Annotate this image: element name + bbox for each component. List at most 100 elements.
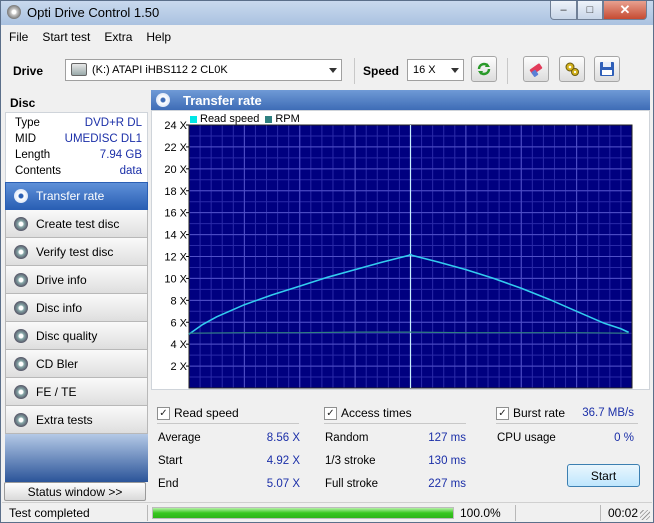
speed-select[interactable]: 16 X: [407, 59, 464, 81]
y-tick-label: 14 X: [164, 230, 187, 242]
y-tick-label: 18 X: [164, 186, 187, 198]
drive-label: Drive: [13, 64, 44, 78]
statusbar-divider: [147, 505, 148, 521]
y-tick-label: 2 X: [170, 361, 187, 373]
drive-select-value: (K:) ATAPI iHBS112 2 CL0K: [92, 64, 228, 76]
nav-create-test-disc[interactable]: Create test disc: [5, 210, 148, 238]
statusbar-divider: [515, 505, 516, 521]
main-panel: Transfer rate Read speed RPM 2 X4 X6 X8 …: [151, 90, 650, 501]
divider: [324, 423, 466, 424]
test-nav: Transfer rate Create test disc Verify te…: [5, 182, 148, 434]
nav-fe-te[interactable]: FE / TE: [5, 378, 148, 406]
access-times-checkbox[interactable]: ✓ Access times: [324, 406, 412, 420]
toolbar-separator: [354, 58, 355, 84]
save-button[interactable]: [594, 56, 620, 82]
status-text: Test completed: [9, 506, 90, 520]
disc-length-label: Length: [15, 149, 51, 161]
nav-label: Extra tests: [36, 412, 93, 427]
random-value: 127 ms: [428, 432, 466, 444]
erase-button[interactable]: [523, 56, 549, 82]
checkmark-icon: ✓: [324, 406, 337, 420]
end-speed-label: End: [158, 478, 179, 490]
nav-label: Transfer rate: [36, 189, 105, 203]
nav-label: Disc info: [36, 300, 83, 315]
minimize-button[interactable]: –: [550, 1, 577, 20]
disc-icon: [14, 216, 28, 231]
menu-start-test[interactable]: Start test: [35, 30, 97, 44]
nav-disc-info[interactable]: Disc info: [5, 294, 148, 322]
burst-rate-checkbox-label: Burst rate: [513, 406, 566, 420]
menu-file[interactable]: File: [2, 30, 35, 44]
y-tick-label: 8 X: [170, 295, 187, 307]
resize-grip-icon[interactable]: [640, 510, 650, 520]
y-tick-label: 22 X: [164, 142, 187, 154]
disc-contents-label: Contents: [15, 165, 62, 177]
y-tick-label: 16 X: [164, 208, 187, 220]
progress-fill: [153, 508, 453, 518]
disc-info-row: Contents data: [6, 164, 147, 180]
y-tick-label: 4 X: [170, 339, 187, 351]
nav-cd-bler[interactable]: CD Bler: [5, 350, 148, 378]
disc-icon: [14, 300, 28, 315]
disc-icon: [14, 189, 28, 203]
maximize-button[interactable]: □: [577, 1, 603, 20]
y-tick-label: 6 X: [170, 317, 187, 329]
disc-mid-label: MID: [15, 133, 37, 145]
disc-length-value: 7.94 GB: [99, 149, 142, 161]
panel-title: Transfer rate: [183, 93, 262, 108]
nav-disc-quality[interactable]: Disc quality: [5, 322, 148, 350]
eraser-icon: [529, 63, 543, 77]
start-button[interactable]: Start: [567, 464, 640, 487]
average-label: Average: [158, 432, 201, 444]
settings-button[interactable]: [559, 56, 585, 82]
nav-label: Create test disc: [36, 216, 120, 231]
chart-svg: 2 X 4 X 6 X 8 X 10 X 12 X 14 X 16 X 18 X 20 X 22 X…: [164, 120, 633, 389]
menu-extra[interactable]: Extra: [97, 30, 139, 44]
disc-type-value: DVD+R DL: [84, 117, 142, 129]
burst-rate-checkbox[interactable]: ✓ Burst rate: [496, 406, 565, 420]
close-button[interactable]: ✕: [603, 1, 647, 20]
nav-transfer-rate[interactable]: Transfer rate: [5, 182, 148, 210]
y-tick-label: 24 X: [164, 120, 187, 132]
nav-label: Disc quality: [36, 328, 98, 343]
start-speed-value: 4.92 X: [266, 455, 300, 467]
title-bar[interactable]: Opti Drive Control 1.50 – □ ✕: [1, 1, 653, 25]
app-disc-icon: [7, 5, 21, 19]
toolbar: Drive (K:) ATAPI iHBS112 2 CL0K Speed 16…: [2, 51, 652, 91]
nav-drive-info[interactable]: Drive info: [5, 266, 148, 294]
window-title: Opti Drive Control 1.50: [27, 5, 160, 20]
nav-extra-tests[interactable]: Extra tests: [5, 406, 148, 434]
cpu-usage-value: 0 %: [614, 432, 634, 444]
cpu-usage-label: CPU usage: [497, 432, 556, 444]
drive-select[interactable]: (K:) ATAPI iHBS112 2 CL0K: [65, 59, 342, 81]
status-window-button[interactable]: Status window >>: [4, 482, 146, 501]
disc-info-row: Length 7.94 GB: [6, 148, 147, 164]
refresh-button[interactable]: [471, 56, 497, 82]
end-speed-value: 5.07 X: [266, 478, 300, 490]
minimize-icon: –: [560, 4, 567, 16]
nav-label: Verify test disc: [36, 244, 114, 259]
toolbar-separator: [507, 58, 508, 84]
close-icon: ✕: [619, 2, 631, 17]
menu-help[interactable]: Help: [139, 30, 178, 44]
statusbar-divider: [600, 505, 601, 521]
menu-bar: File Start test Extra Help: [2, 26, 652, 48]
speed-label: Speed: [363, 64, 400, 78]
nav-gradient-filler: [5, 434, 148, 482]
read-speed-checkbox-label: Read speed: [174, 406, 239, 420]
disc-icon: [14, 328, 28, 343]
nav-label: Drive info: [36, 272, 87, 287]
chevron-down-icon: [329, 68, 337, 73]
disc-mid-value: UMEDISC DL1: [64, 133, 142, 145]
start-speed-label: Start: [158, 455, 183, 467]
access-times-checkbox-label: Access times: [341, 406, 412, 420]
y-tick-label: 20 X: [164, 164, 187, 176]
y-tick-label: 12 X: [164, 252, 187, 264]
average-value: 8.56 X: [266, 432, 300, 444]
progress-percent: 100.0%: [460, 506, 501, 520]
chevron-down-icon: [451, 68, 459, 73]
nav-verify-test-disc[interactable]: Verify test disc: [5, 238, 148, 266]
left-panel: Disc Type DVD+R DL MID UMEDISC DL1 Lengt…: [5, 93, 148, 501]
gears-icon: [565, 62, 579, 76]
read-speed-checkbox[interactable]: ✓ Read speed: [157, 406, 239, 420]
